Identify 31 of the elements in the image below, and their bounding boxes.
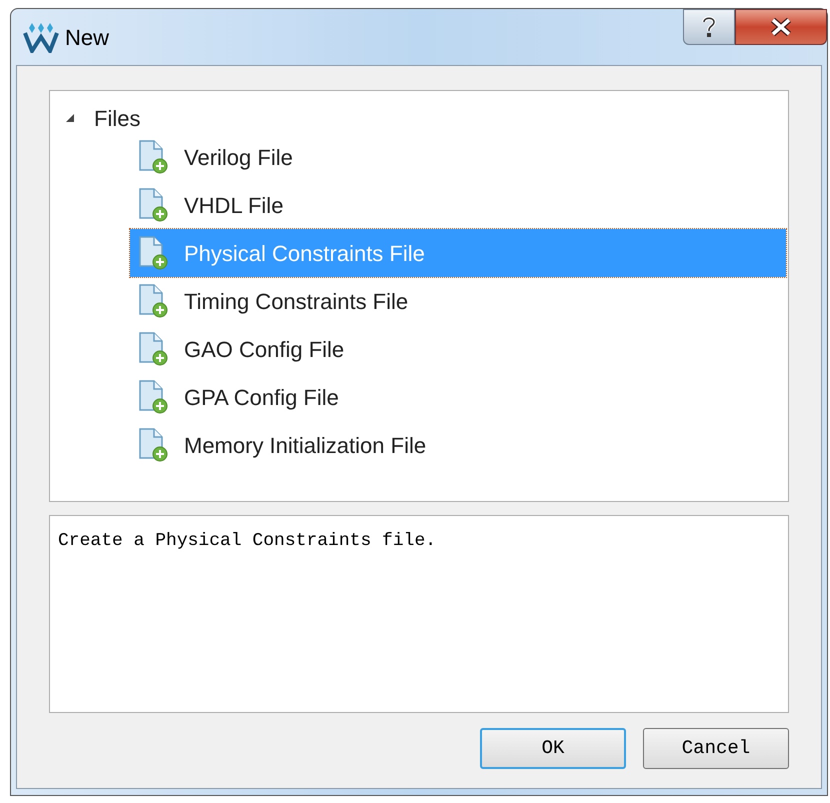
tree-item-label: GAO Config File xyxy=(184,336,344,364)
tree-item-label: Verilog File xyxy=(184,144,293,172)
tree-item-label: Memory Initialization File xyxy=(184,432,426,460)
app-logo-icon xyxy=(23,21,59,53)
new-file-icon xyxy=(138,332,168,366)
new-file-icon xyxy=(138,188,168,222)
tree-item[interactable]: Verilog File xyxy=(130,133,786,181)
new-file-icon xyxy=(138,140,168,174)
window-title: New xyxy=(65,24,110,52)
dialog-button[interactable]: Cancel xyxy=(643,728,789,769)
close-icon xyxy=(770,18,792,36)
tree-item[interactable]: Timing Constraints File xyxy=(130,277,786,325)
tree-item[interactable]: GPA Config File xyxy=(130,373,786,421)
tree-item-label: Physical Constraints File xyxy=(184,240,425,268)
new-file-icon xyxy=(138,284,168,318)
tree-item[interactable]: VHDL File xyxy=(130,181,786,229)
tree-group-label[interactable]: Files xyxy=(94,102,140,134)
new-file-icon xyxy=(138,428,168,462)
new-file-icon xyxy=(138,236,168,270)
tree-item[interactable]: GAO Config File xyxy=(130,325,786,373)
tree-item-label: GPA Config File xyxy=(184,384,339,412)
dialog-button[interactable]: OK xyxy=(480,728,626,769)
close-button[interactable] xyxy=(735,9,827,45)
tree-item[interactable]: Memory Initialization File xyxy=(130,421,786,469)
tree-item-label: VHDL File xyxy=(184,192,284,220)
help-icon xyxy=(701,16,717,38)
tree-item-label: Timing Constraints File xyxy=(184,288,408,316)
new-file-icon xyxy=(138,380,168,414)
expanded-triangle-icon[interactable] xyxy=(66,114,74,122)
description-text: Create a Physical Constraints file. xyxy=(58,531,436,551)
help-button[interactable] xyxy=(683,9,735,45)
